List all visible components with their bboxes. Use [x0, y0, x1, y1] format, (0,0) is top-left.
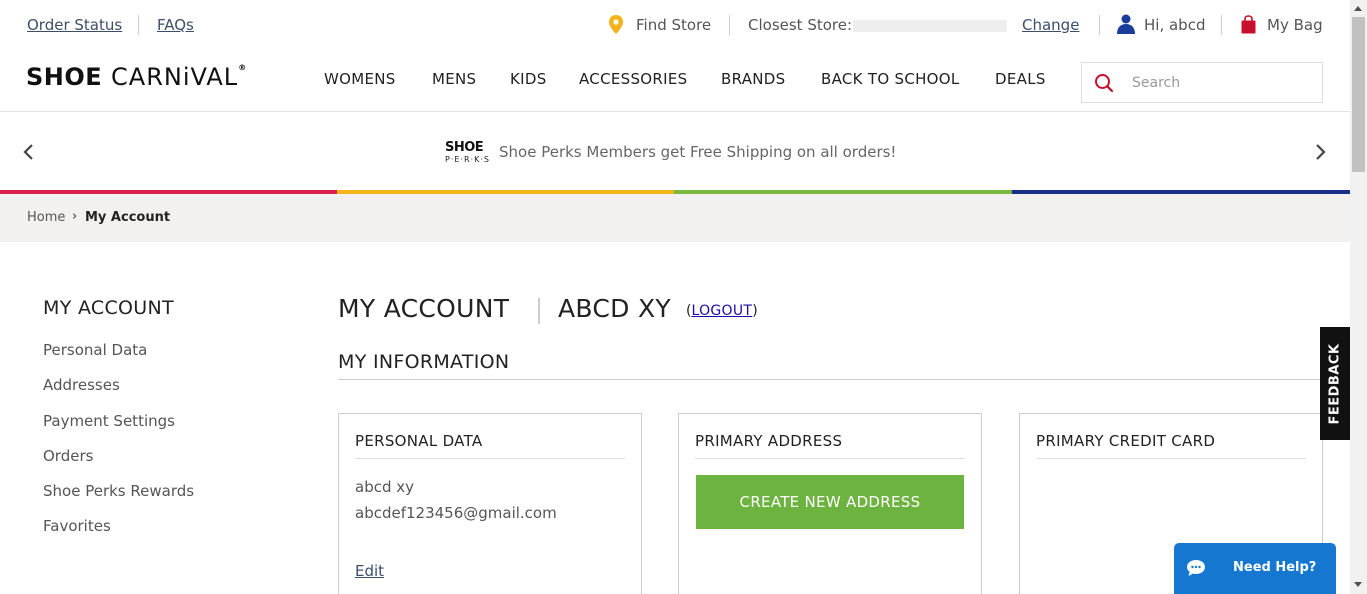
chevron-left-icon[interactable]	[20, 142, 38, 162]
main-nav: WOMENS MENS KIDS ACCESSORIES BRANDS BACK…	[0, 70, 1100, 90]
breadcrumb-home[interactable]: Home	[27, 210, 65, 225]
personal-name: abcd xy	[355, 478, 415, 496]
title-divider	[538, 298, 540, 324]
sidebar-item-orders[interactable]: Orders	[43, 447, 93, 465]
personal-data-card: PERSONAL DATA abcd xy abcdef123456@gmail…	[338, 413, 642, 594]
order-status-link[interactable]: Order Status	[27, 16, 122, 34]
greeting-link[interactable]: Hi, abcd	[1144, 16, 1205, 34]
my-bag-link[interactable]: My Bag	[1267, 16, 1323, 34]
edit-personal-data-link[interactable]: Edit	[355, 562, 384, 580]
closest-store-label: Closest Store:	[748, 16, 853, 34]
breadcrumb-current: My Account	[85, 210, 171, 225]
faqs-link[interactable]: FAQs	[157, 16, 194, 34]
account-name: ABCD XY	[558, 294, 671, 323]
sidebar-item-favorites[interactable]: Favorites	[43, 517, 111, 535]
primary-address-title: PRIMARY ADDRESS	[695, 432, 843, 450]
shopping-bag-icon[interactable]	[1241, 15, 1256, 34]
search-box	[1081, 62, 1323, 103]
divider	[1099, 15, 1100, 35]
personal-data-title: PERSONAL DATA	[355, 432, 483, 450]
logout-wrapper: (LOGOUT)	[686, 303, 758, 319]
divider	[729, 15, 730, 35]
nav-brands[interactable]: BRANDS	[721, 70, 785, 88]
sidebar-title: MY ACCOUNT	[43, 297, 174, 319]
sidebar-item-payment-settings[interactable]: Payment Settings	[43, 412, 175, 430]
map-pin-icon	[609, 15, 623, 34]
scroll-down-icon[interactable]	[1354, 582, 1362, 587]
logout-link[interactable]: LOGOUT	[691, 303, 752, 319]
logout-paren-close: )	[752, 303, 758, 319]
scroll-up-icon[interactable]	[1354, 6, 1362, 11]
nav-accessories[interactable]: ACCESSORIES	[579, 70, 687, 88]
feedback-tab[interactable]: FEEDBACK	[1320, 327, 1350, 440]
change-store-link[interactable]: Change	[1022, 16, 1079, 34]
divider	[138, 15, 139, 35]
create-new-address-button[interactable]: CREATE NEW ADDRESS	[696, 475, 964, 529]
personal-email: abcdef123456@gmail.com	[355, 504, 557, 522]
sidebar-item-personal-data[interactable]: Personal Data	[43, 341, 147, 359]
sidebar-item-addresses[interactable]: Addresses	[43, 376, 120, 394]
find-store-link[interactable]: Find Store	[636, 16, 711, 34]
card-divider	[1036, 458, 1306, 459]
scroll-thumb[interactable]	[1352, 17, 1365, 172]
need-help-button[interactable]: Need Help?	[1174, 543, 1336, 594]
page-scrollbar[interactable]	[1350, 0, 1367, 594]
nav-back-to-school[interactable]: BACK TO SCHOOL	[821, 70, 960, 88]
page-title: MY ACCOUNT	[338, 294, 510, 323]
nav-womens[interactable]: WOMENS	[324, 70, 396, 88]
chat-bubble-icon	[1187, 560, 1205, 576]
sidebar-item-shoe-perks-rewards[interactable]: Shoe Perks Rewards	[43, 482, 194, 500]
perks-logo-top: SHOE	[445, 140, 484, 155]
search-input[interactable]	[1132, 72, 1312, 94]
chevron-right-icon[interactable]	[1311, 142, 1329, 162]
primary-address-card: PRIMARY ADDRESS CREATE NEW ADDRESS	[678, 413, 982, 594]
card-divider	[355, 458, 625, 459]
shoe-perks-logo: SHOE P·E·R·K·S	[445, 140, 491, 166]
need-help-label: Need Help?	[1233, 560, 1317, 575]
nav-deals[interactable]: DEALS	[995, 70, 1046, 88]
card-divider	[695, 458, 965, 459]
perks-logo-bottom: P·E·R·K·S	[445, 155, 490, 164]
closest-store-value	[853, 20, 1007, 32]
divider	[1221, 15, 1222, 35]
my-information-heading: MY INFORMATION	[338, 351, 510, 373]
section-divider	[338, 379, 1323, 380]
nav-mens[interactable]: MENS	[432, 70, 476, 88]
nav-kids[interactable]: KIDS	[510, 70, 547, 88]
promo-text[interactable]: Shoe Perks Members get Free Shipping on …	[499, 143, 896, 161]
breadcrumb	[0, 194, 1350, 242]
breadcrumb-separator: ›	[72, 209, 78, 224]
feedback-label: FEEDBACK	[1327, 342, 1343, 425]
search-icon[interactable]	[1094, 73, 1114, 93]
primary-credit-card-title: PRIMARY CREDIT CARD	[1036, 432, 1216, 450]
user-icon[interactable]	[1117, 14, 1135, 34]
utility-bar: Order Status FAQs Find Store Closest Sto…	[0, 0, 1350, 50]
